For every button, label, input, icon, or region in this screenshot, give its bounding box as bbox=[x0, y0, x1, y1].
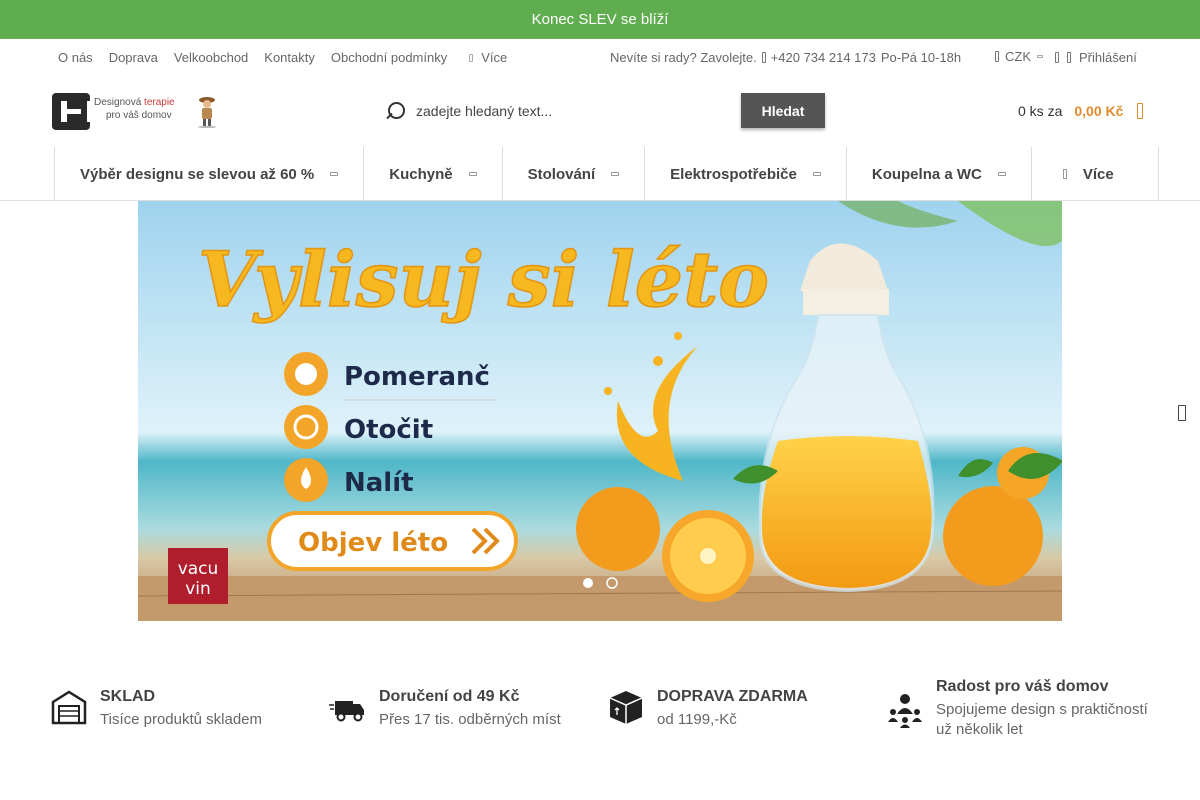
chevron-down-icon bbox=[468, 172, 477, 176]
logo-tagline[interactable]: Designová terapie pro váš domov bbox=[94, 96, 175, 122]
top-link-contacts[interactable]: Kontakty bbox=[264, 50, 315, 65]
nav-item-appliances[interactable]: Elektrospotřebiče bbox=[645, 147, 847, 201]
search-button[interactable]: Hledat bbox=[741, 93, 825, 128]
search-input[interactable] bbox=[404, 93, 724, 129]
banner-image: Vylisuj si léto Pomeranč Otočit Nalít Ob… bbox=[138, 201, 1062, 621]
vacuvin-logo: vacu vin bbox=[168, 548, 228, 604]
benefit-subtitle: Přes 17 tis. odběrných míst bbox=[379, 711, 561, 728]
menu-icon bbox=[469, 53, 474, 62]
brand-line2: vin bbox=[185, 579, 211, 599]
nav-item-sale[interactable]: Výběr designu se slevou až 60 % bbox=[55, 147, 365, 201]
search-bar: Hledat bbox=[384, 93, 825, 129]
currency-icon bbox=[995, 51, 999, 62]
currency-select[interactable]: CZK bbox=[995, 49, 1043, 64]
cart-count: 0 ks za bbox=[1018, 103, 1063, 119]
cart-price: 0,00 Kč bbox=[1074, 103, 1124, 119]
nav-item-label: Kuchyně bbox=[389, 165, 453, 183]
chevron-right-icon[interactable] bbox=[1178, 405, 1186, 421]
cart-icon bbox=[1137, 103, 1144, 119]
benefit-warehouse: SKLAD Tisíce produktů skladem bbox=[50, 688, 262, 730]
phone-icon bbox=[761, 52, 766, 63]
phone-info: Nevíte si rady? Zavolejte. +420 734 214 … bbox=[610, 50, 961, 65]
benefit-subtitle: Spojujeme design s praktičností už někol… bbox=[936, 701, 1148, 738]
opening-hours: Po-Pá 10-18h bbox=[880, 50, 962, 65]
cta-label: Objev léto bbox=[298, 528, 448, 558]
top-link-shipping[interactable]: Doprava bbox=[109, 50, 158, 65]
top-bar: O nás Doprava Velkoobchod Kontakty Obcho… bbox=[0, 39, 1200, 77]
top-link-terms[interactable]: Obchodní podmínky bbox=[331, 50, 447, 65]
truck-icon bbox=[329, 701, 364, 722]
chevron-down-icon bbox=[1037, 55, 1043, 58]
benefit-title: DOPRAVA ZDARMA bbox=[657, 688, 808, 705]
nav-item-label: Elektrospotřebiče bbox=[670, 165, 797, 183]
logo-tagline-b: terapie bbox=[144, 97, 175, 108]
nav-item-more[interactable]: Více bbox=[1032, 147, 1159, 201]
banner-headline: Vylisuj si léto bbox=[198, 235, 769, 324]
chevron-down-icon bbox=[611, 172, 620, 176]
nav-item-bathroom[interactable]: Koupelna a WC bbox=[847, 147, 1032, 201]
phone-number[interactable]: +420 734 214 173 bbox=[771, 50, 876, 65]
lock-icon bbox=[1055, 52, 1059, 63]
nav-item-label: Více bbox=[1082, 165, 1114, 183]
menu-icon bbox=[1062, 169, 1067, 179]
currency-label: CZK bbox=[1005, 49, 1031, 64]
chevron-down-icon bbox=[997, 172, 1006, 176]
benefit-subtitle: Tisíce produktů skladem bbox=[100, 711, 263, 728]
chevron-down-icon bbox=[330, 172, 339, 176]
benefit-subtitle: od 1199,-Kč bbox=[657, 711, 737, 728]
logo-icon[interactable] bbox=[52, 93, 93, 130]
step-label-orange: Pomeranč bbox=[344, 362, 490, 392]
box-icon bbox=[609, 691, 643, 724]
benefit-title: SKLAD bbox=[100, 688, 156, 705]
brand-line1: vacu bbox=[178, 559, 219, 579]
logo-tagline-c: pro váš domov bbox=[106, 110, 172, 121]
benefit-title: Radost pro váš domov bbox=[936, 678, 1109, 695]
login-label: Přihlášení bbox=[1079, 50, 1137, 65]
top-more-label: Více bbox=[481, 50, 508, 65]
logo-tagline-a: Designová bbox=[94, 97, 142, 108]
help-text: Nevíte si rady? Zavolejte. bbox=[610, 50, 757, 65]
benefit-delivery: Doručení od 49 Kč Přes 17 tis. odběrných… bbox=[329, 688, 561, 730]
mascot-icon bbox=[198, 97, 216, 128]
header: Designová terapie pro váš domov Hledat 0… bbox=[0, 77, 1200, 147]
nav-item-dining[interactable]: Stolování bbox=[503, 147, 646, 201]
cart-summary[interactable]: 0 ks za 0,00 Kč bbox=[1018, 103, 1144, 119]
promo-bar: Konec SLEV se blíží bbox=[0, 0, 1200, 39]
people-icon bbox=[888, 694, 922, 728]
cta-button[interactable]: Objev léto bbox=[267, 511, 518, 571]
warehouse-icon bbox=[51, 690, 87, 725]
nav-item-label: Koupelna a WC bbox=[871, 165, 982, 183]
hero-banner[interactable]: Vylisuj si léto Pomeranč Otočit Nalít Ob… bbox=[138, 201, 1062, 621]
benefit-title: Doručení od 49 Kč bbox=[379, 688, 520, 705]
benefit-free-shipping: DOPRAVA ZDARMA od 1199,-Kč bbox=[607, 688, 808, 730]
chevron-down-icon bbox=[812, 172, 821, 176]
nav-item-label: Výběr designu se slevou až 60 % bbox=[80, 165, 315, 183]
step-label-rotate: Otočit bbox=[344, 415, 433, 445]
benefit-joy: Radost pro váš domov Spojujeme design s … bbox=[886, 678, 1156, 740]
search-icon bbox=[384, 101, 405, 121]
step-label-pour: Nalít bbox=[344, 468, 414, 498]
promo-text[interactable]: Konec SLEV se blíží bbox=[532, 11, 669, 28]
nav-item-kitchen[interactable]: Kuchyně bbox=[364, 147, 503, 201]
login-link[interactable]: Přihlášení bbox=[1055, 50, 1137, 65]
top-link-about[interactable]: O nás bbox=[58, 50, 93, 65]
user-icon bbox=[1067, 52, 1071, 63]
benefits-strip: SKLAD Tisíce produktů skladem Doručení o… bbox=[0, 678, 1200, 758]
nav-item-label: Stolování bbox=[527, 165, 596, 183]
top-link-wholesale[interactable]: Velkoobchod bbox=[174, 50, 248, 65]
top-more-menu[interactable]: Více bbox=[469, 50, 507, 65]
top-links: O nás Doprava Velkoobchod Kontakty Obcho… bbox=[58, 50, 507, 65]
main-nav: Výběr designu se slevou až 60 % Kuchyně … bbox=[0, 147, 1200, 201]
